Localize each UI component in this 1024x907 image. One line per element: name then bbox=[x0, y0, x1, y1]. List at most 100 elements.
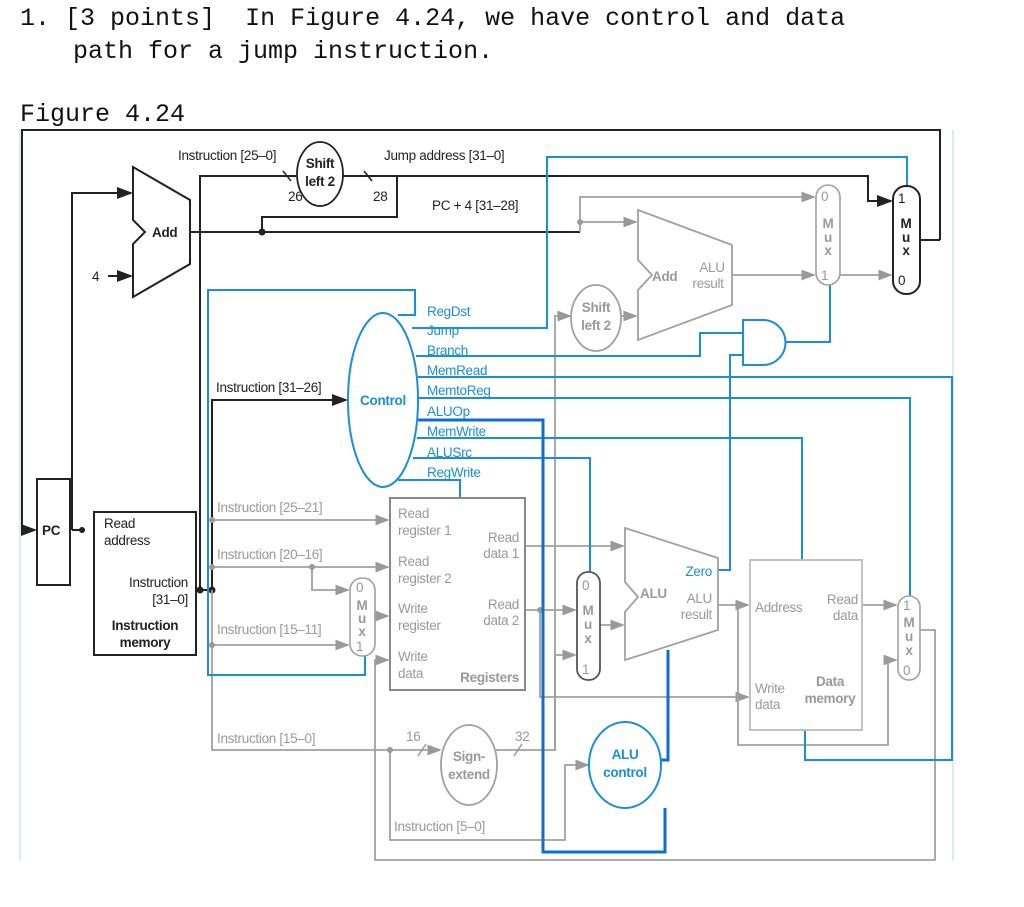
signal-memwrite: MemWrite bbox=[427, 424, 486, 439]
svg-text:[31–0]: [31–0] bbox=[152, 592, 188, 607]
control-label: Control bbox=[360, 393, 406, 408]
svg-text:Read: Read bbox=[827, 592, 858, 607]
jump-shift-label-1: Shift bbox=[306, 156, 335, 171]
svg-text:1: 1 bbox=[356, 639, 363, 654]
signal-branch: Branch bbox=[427, 343, 468, 358]
svg-text:M: M bbox=[823, 216, 834, 231]
signal-regdst: RegDst bbox=[427, 304, 471, 319]
jump-mux: 1 M u x 0 bbox=[892, 185, 921, 295]
data-memory: Address Read data Write data Data memory bbox=[749, 559, 863, 731]
instruction-5-0-label: Instruction [5–0] bbox=[394, 819, 485, 834]
svg-text:data 1: data 1 bbox=[483, 546, 519, 561]
alu-result-label-1: ALU bbox=[687, 591, 712, 606]
svg-text:x: x bbox=[902, 243, 910, 258]
sign-extend-label-2: extend bbox=[448, 767, 490, 782]
svg-text:Write: Write bbox=[398, 601, 428, 616]
branch-shift-label-1: Shift bbox=[582, 300, 611, 315]
svg-text:Instruction: Instruction bbox=[129, 575, 188, 590]
svg-text:1: 1 bbox=[821, 268, 828, 283]
signal-aluop: ALUOp bbox=[427, 404, 470, 419]
svg-text:0: 0 bbox=[582, 578, 589, 593]
svg-text:u: u bbox=[584, 617, 592, 632]
svg-text:Data: Data bbox=[816, 674, 845, 689]
svg-text:memory: memory bbox=[120, 635, 172, 650]
svg-text:M: M bbox=[901, 216, 912, 231]
instruction-20-16-label: Instruction [20–16] bbox=[217, 547, 322, 562]
register-file: Read register 1 Read register 2 Write re… bbox=[389, 497, 526, 691]
instruction-15-11-label: Instruction [15–11] bbox=[217, 622, 321, 637]
datapath-diagram: Add 4 Shift left 2 Instruction [25–0] 26… bbox=[0, 129, 954, 861]
sign-extend-label-1: Sign- bbox=[453, 749, 485, 764]
bits-28-label: 28 bbox=[373, 189, 387, 204]
signal-memtoreg: MemtoReg bbox=[427, 383, 491, 398]
instruction-25-0-label: Instruction [25–0] bbox=[178, 148, 276, 163]
instruction-memory: Read address Instruction [31–0] Instruct… bbox=[93, 511, 197, 656]
pc-adder-label: Add bbox=[152, 225, 177, 240]
svg-text:M: M bbox=[583, 603, 594, 618]
svg-text:data: data bbox=[755, 697, 781, 712]
svg-text:data 2: data 2 bbox=[483, 613, 519, 628]
bits-26-label: 26 bbox=[288, 189, 302, 204]
instruction-31-26-label: Instruction [31–26] bbox=[216, 380, 321, 395]
signal-jump: Jump bbox=[427, 323, 459, 338]
svg-text:0: 0 bbox=[821, 189, 828, 204]
jump-shift-label-2: left 2 bbox=[305, 174, 335, 189]
svg-text:M: M bbox=[904, 615, 915, 630]
branch-mux: 0 M u x 1 bbox=[815, 184, 841, 286]
bits-32-label: 32 bbox=[515, 729, 529, 744]
svg-text:x: x bbox=[584, 631, 592, 646]
svg-text:memory: memory bbox=[805, 691, 857, 706]
sign-extend bbox=[440, 724, 498, 806]
svg-text:register 1: register 1 bbox=[398, 523, 451, 538]
svg-text:Read: Read bbox=[398, 554, 429, 569]
svg-text:0: 0 bbox=[903, 663, 910, 678]
alu-result-label-2: result bbox=[681, 607, 713, 622]
signal-memread: MemRead bbox=[427, 363, 487, 378]
instruction-15-0-label: Instruction [15–0] bbox=[217, 731, 315, 746]
svg-text:x: x bbox=[905, 643, 913, 658]
svg-text:x: x bbox=[824, 243, 832, 258]
svg-text:Read: Read bbox=[398, 506, 429, 521]
svg-text:0: 0 bbox=[898, 273, 905, 288]
branch-alu-result-2: result bbox=[692, 276, 724, 291]
svg-text:data: data bbox=[833, 608, 859, 623]
svg-text:1: 1 bbox=[898, 191, 905, 206]
svg-text:u: u bbox=[905, 629, 913, 644]
control-signal-labels: RegDst Jump Branch MemRead MemtoReg ALUO… bbox=[427, 304, 491, 480]
svg-text:Write: Write bbox=[755, 681, 785, 696]
branch-and-gate bbox=[742, 319, 787, 366]
svg-text:Read: Read bbox=[104, 516, 135, 531]
svg-text:Write: Write bbox=[398, 649, 428, 664]
alu-label: ALU bbox=[640, 586, 667, 601]
alu-control-label-1: ALU bbox=[612, 747, 639, 762]
branch-alu-result-1: ALU bbox=[699, 260, 724, 275]
svg-text:x: x bbox=[358, 624, 366, 639]
alu-control-label-2: control bbox=[603, 765, 647, 780]
instruction-25-21-label: Instruction [25–21] bbox=[217, 500, 322, 515]
signal-alusrc: ALUSrc bbox=[427, 445, 472, 460]
svg-text:1: 1 bbox=[582, 662, 589, 677]
regdst-mux: 0 M u x 1 bbox=[349, 577, 376, 657]
constant-four: 4 bbox=[92, 269, 100, 284]
svg-text:Instruction: Instruction bbox=[112, 618, 179, 633]
branch-shift-label-2: left 2 bbox=[581, 318, 611, 333]
svg-text:Address: Address bbox=[755, 600, 803, 615]
branch-adder-label: Add bbox=[652, 269, 677, 284]
signal-regwrite: RegWrite bbox=[427, 465, 481, 480]
svg-text:address: address bbox=[104, 533, 150, 548]
svg-text:register: register bbox=[398, 618, 441, 633]
svg-text:register 2: register 2 bbox=[398, 571, 451, 586]
svg-text:1: 1 bbox=[903, 598, 910, 613]
pc-label: PC bbox=[42, 523, 61, 538]
alu-zero-label: Zero bbox=[685, 564, 712, 579]
memtoreg-mux: 1 M u x 0 bbox=[897, 595, 921, 681]
pc4-31-28-label: PC + 4 [31–28] bbox=[432, 198, 518, 213]
bits-16-label: 16 bbox=[406, 729, 420, 744]
svg-text:Read: Read bbox=[488, 530, 519, 545]
svg-text:0: 0 bbox=[356, 580, 363, 595]
jump-address-label: Jump address [31–0] bbox=[384, 148, 504, 163]
svg-text:Read: Read bbox=[488, 597, 519, 612]
alusrc-mux: 0 M u x 1 bbox=[576, 571, 601, 681]
svg-text:Registers: Registers bbox=[460, 670, 519, 685]
svg-text:data: data bbox=[398, 666, 424, 681]
